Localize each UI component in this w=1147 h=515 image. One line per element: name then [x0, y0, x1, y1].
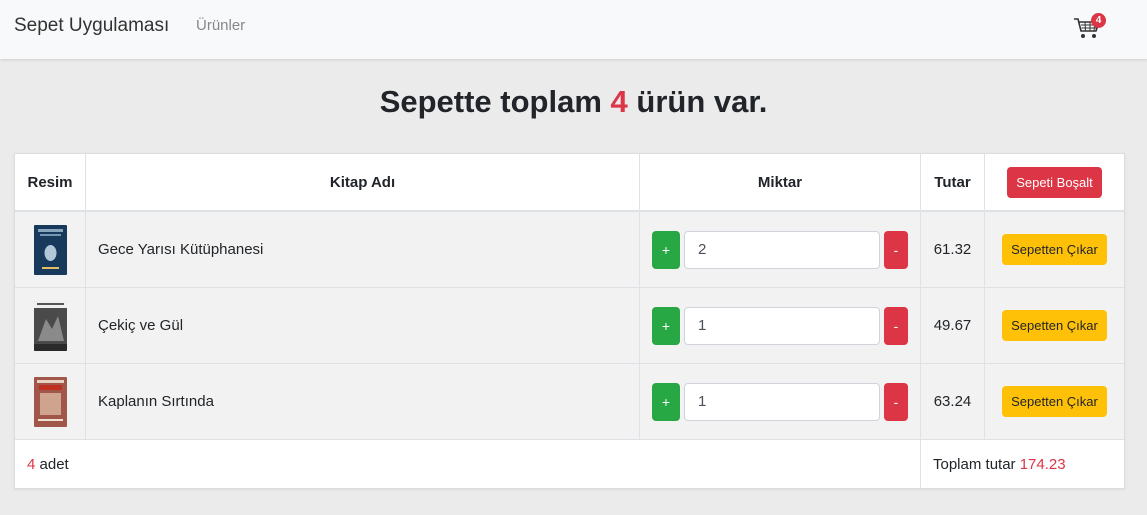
- increase-button[interactable]: +: [652, 306, 680, 345]
- remove-from-cart-button[interactable]: Sepetten Çıkar: [1002, 234, 1107, 265]
- cover-cell: [15, 288, 85, 363]
- footer-count: 4 adet: [15, 440, 920, 488]
- table-row: Gece Yarısı Kütüphanesi + - 61.32 Sepett…: [15, 212, 1124, 288]
- book-title: Kaplanın Sırtında: [85, 364, 639, 439]
- decrease-button[interactable]: -: [884, 306, 908, 345]
- increase-button[interactable]: +: [652, 230, 680, 269]
- headline-prefix: Sepette toplam: [379, 84, 611, 119]
- header-tutar: Tutar: [920, 154, 984, 210]
- book-cover-image: [33, 376, 67, 427]
- cover-cell: [15, 212, 85, 287]
- decrease-button[interactable]: -: [884, 382, 908, 421]
- empty-cart-button[interactable]: Sepeti Boşalt: [1007, 166, 1102, 198]
- table-footer: 4 adet Toplam tutar 174.23: [15, 440, 1124, 488]
- page-title: Sepette toplam 4 ürün var.: [0, 84, 1147, 120]
- quantity-cell: + -: [639, 288, 920, 363]
- book-cover-image: [33, 224, 67, 275]
- brand-link[interactable]: Sepet Uygulaması: [14, 15, 169, 37]
- quantity-cell: + -: [639, 364, 920, 439]
- remove-from-cart-button[interactable]: Sepetten Çıkar: [1002, 386, 1107, 417]
- book-title: Gece Yarısı Kütüphanesi: [85, 212, 639, 287]
- cart-count-badge: 4: [1091, 13, 1106, 28]
- book-cover-image: [33, 300, 67, 351]
- remove-from-cart-button[interactable]: Sepetten Çıkar: [1002, 310, 1107, 341]
- remove-cell: Sepetten Çıkar: [984, 212, 1124, 287]
- cart-table: Resim Kitap Adı Miktar Tutar Sepeti Boşa…: [14, 153, 1125, 489]
- row-total: 63.24: [920, 364, 984, 439]
- header-resim: Resim: [27, 173, 73, 191]
- nav-link-urunler[interactable]: Ürünler: [196, 17, 245, 34]
- row-total: 61.32: [920, 212, 984, 287]
- quantity-input[interactable]: [684, 230, 880, 269]
- headline-count: 4: [610, 84, 628, 119]
- quantity-input[interactable]: [684, 382, 880, 421]
- quantity-input[interactable]: [684, 306, 880, 345]
- remove-cell: Sepetten Çıkar: [984, 364, 1124, 439]
- table-row: Kaplanın Sırtında + - 63.24 Sepetten Çık…: [15, 364, 1124, 440]
- remove-cell: Sepetten Çıkar: [984, 288, 1124, 363]
- table-header: Resim Kitap Adı Miktar Tutar Sepeti Boşa…: [15, 154, 1124, 212]
- increase-button[interactable]: +: [652, 382, 680, 421]
- navbar: Sepet Uygulaması Ürünler 4: [0, 0, 1147, 59]
- footer-count-label: adet: [35, 455, 69, 473]
- headline-suffix: ürün var.: [627, 84, 768, 119]
- cover-cell: [15, 364, 85, 439]
- footer-count-value: 4: [27, 455, 36, 473]
- quantity-cell: + -: [639, 212, 920, 287]
- header-kitap-adi: Kitap Adı: [85, 154, 639, 210]
- book-title: Çekiç ve Gül: [85, 288, 639, 363]
- header-actions: Sepeti Boşalt: [984, 154, 1124, 210]
- table-row: Çekiç ve Gül + - 49.67 Sepetten Çıkar: [15, 288, 1124, 364]
- row-total: 49.67: [920, 288, 984, 363]
- decrease-button[interactable]: -: [884, 230, 908, 269]
- header-miktar: Miktar: [639, 154, 920, 210]
- footer-total: Toplam tutar 174.23: [920, 440, 1124, 488]
- footer-total-value: 174.23: [1019, 455, 1066, 473]
- footer-total-label: Toplam tutar: [933, 455, 1020, 473]
